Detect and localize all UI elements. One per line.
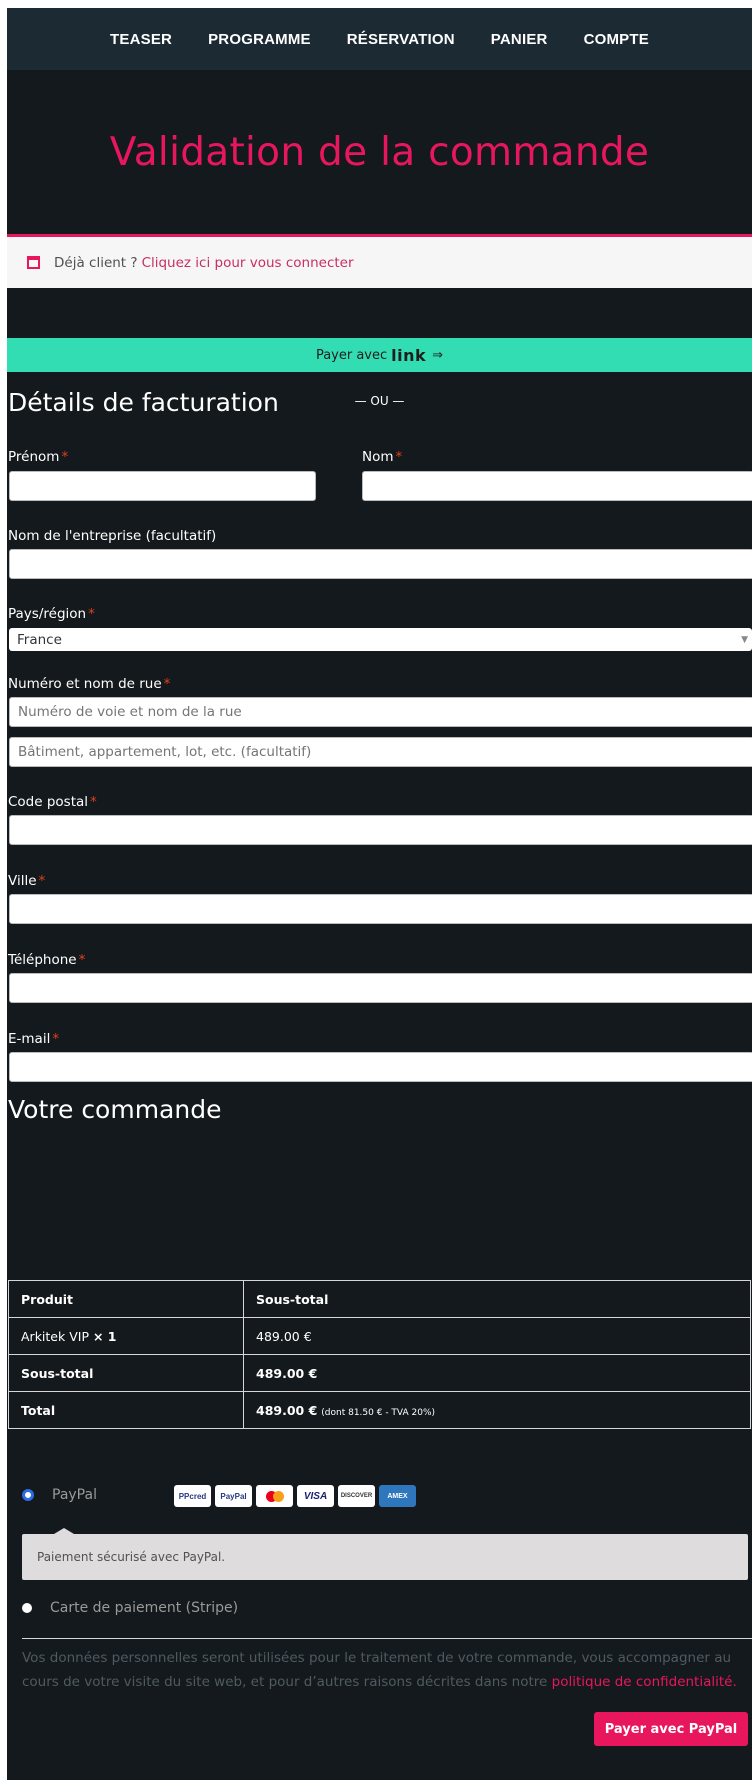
order-table: Produit Sous-total Arkitek VIP × 1 489.0… (8, 1280, 751, 1429)
nav-item-compte[interactable]: COMPTE (584, 31, 649, 48)
country-select[interactable]: France ▼ (9, 628, 752, 651)
main-nav: TEASER PROGRAMME RÉSERVATION PANIER COMP… (7, 8, 752, 70)
stripe-radio[interactable] (22, 1603, 32, 1613)
required-mark: * (88, 606, 95, 622)
street2-placeholder: Bâtiment, appartement, lot, etc. (facult… (18, 744, 312, 760)
nav-item-panier[interactable]: PANIER (491, 31, 548, 48)
total-tax-note: (dont 81.50 € - TVA 20%) (321, 1407, 436, 1418)
col-product: Produit (8, 1280, 244, 1318)
stripe-option[interactable]: Carte de paiement (Stripe) (22, 1600, 238, 1616)
city-field[interactable] (9, 894, 752, 924)
page-title: Validation de la commande (109, 129, 650, 175)
checkout-page: TEASER PROGRAMME RÉSERVATION PANIER COMP… (7, 8, 752, 1780)
discover-icon: DISCOVER (338, 1485, 375, 1507)
postcode-field[interactable] (9, 815, 752, 845)
total-value: 489.00 € (256, 1402, 318, 1418)
required-mark: * (61, 449, 69, 465)
nav-item-programme[interactable]: PROGRAMME (208, 31, 311, 48)
postcode-label: Code postal * (8, 794, 97, 810)
arrow-right-icon: ⇒ (432, 347, 444, 363)
pay-with-link-button[interactable]: Payer avec link ⇒ (7, 338, 752, 372)
visa-icon: VISA (297, 1485, 334, 1507)
table-row: Arkitek VIP × 1 489.00 € (8, 1317, 751, 1355)
street2-field[interactable]: Bâtiment, appartement, lot, etc. (facult… (9, 737, 752, 767)
email-label: E-mail * (8, 1031, 60, 1047)
link-brand-logo: link (391, 345, 427, 365)
stripe-label: Carte de paiement (Stripe) (50, 1600, 239, 1616)
login-notice-text: Déjà client ? (54, 254, 138, 271)
amex-icon: AMEX (379, 1485, 416, 1507)
subtotal-value: 489.00 € (243, 1354, 751, 1392)
col-subtotal: Sous-total (243, 1280, 751, 1318)
total-cell: 489.00 € (dont 81.50 € - TVA 20%) (243, 1391, 751, 1429)
required-mark: * (52, 1031, 60, 1047)
paypal-label: PayPal (52, 1487, 97, 1503)
nav-item-teaser[interactable]: TEASER (110, 31, 172, 48)
login-notice: Déjà client ? Cliquez ici pour vous conn… (7, 234, 752, 288)
total-label: Total (8, 1391, 244, 1429)
phone-label: Téléphone * (8, 952, 86, 968)
billing-title: Détails de facturation (8, 388, 279, 417)
phone-field[interactable] (9, 973, 752, 1003)
paypal-description: Paiement sécurisé avec PayPal. (22, 1528, 748, 1580)
last-name-label: Nom * (362, 449, 403, 465)
required-mark: * (38, 873, 46, 889)
street-field[interactable]: Numéro de voie et nom de la rue (9, 697, 752, 727)
required-mark: * (90, 794, 97, 810)
mastercard-icon (256, 1485, 293, 1507)
item-price: 489.00 € (243, 1317, 751, 1355)
company-label: Nom de l'entreprise (facultatif) (8, 528, 217, 544)
last-name-field[interactable] (362, 471, 752, 501)
pay-with-paypal-button[interactable]: Payer avec PayPal (594, 1712, 748, 1746)
paypal-option[interactable]: PayPal (22, 1487, 97, 1503)
nav-item-reservation[interactable]: RÉSERVATION (347, 31, 455, 48)
table-row: Total 489.00 € (dont 81.50 € - TVA 20%) (8, 1391, 751, 1429)
street-label: Numéro et nom de rue * (8, 676, 171, 692)
subtotal-label: Sous-total (8, 1354, 244, 1392)
card-logos: PPcred PayPal VISA DISCOVER AMEX (174, 1485, 416, 1507)
table-header-row: Produit Sous-total (8, 1280, 751, 1318)
first-name-label: Prénom * (8, 449, 69, 465)
link-button-prefix: Payer avec (315, 347, 388, 363)
company-field[interactable] (9, 549, 752, 579)
login-link[interactable]: Cliquez ici pour vous connecter (142, 255, 354, 271)
divider (22, 1638, 752, 1639)
paypal-icon: PayPal (215, 1485, 252, 1507)
city-label: Ville * (8, 873, 46, 889)
required-mark: * (163, 676, 171, 692)
privacy-policy-link[interactable]: politique de confidentialité (552, 1674, 733, 1690)
required-mark: * (395, 449, 403, 465)
table-row: Sous-total 489.00 € (8, 1354, 751, 1392)
street-placeholder: Numéro de voie et nom de la rue (18, 704, 242, 720)
item-name: Arkitek VIP (21, 1328, 89, 1344)
required-mark: * (78, 952, 86, 968)
dropdown-arrow-icon: ▼ (741, 634, 748, 645)
country-label: Pays/région * (8, 606, 95, 622)
first-name-field[interactable] (9, 471, 316, 501)
paypal-credit-icon: PPcred (174, 1485, 211, 1507)
hero: Validation de la commande (7, 70, 752, 234)
paypal-radio[interactable] (22, 1489, 34, 1501)
item-qty: × 1 (92, 1328, 117, 1344)
calendar-icon (27, 256, 40, 269)
country-value: France (17, 631, 62, 648)
order-title: Votre commande (8, 1095, 222, 1124)
email-field[interactable] (9, 1052, 752, 1082)
privacy-notice: Vos données personnelles seront utilisée… (22, 1646, 742, 1694)
item-cell: Arkitek VIP × 1 (8, 1317, 244, 1355)
privacy-end: . (732, 1674, 737, 1690)
